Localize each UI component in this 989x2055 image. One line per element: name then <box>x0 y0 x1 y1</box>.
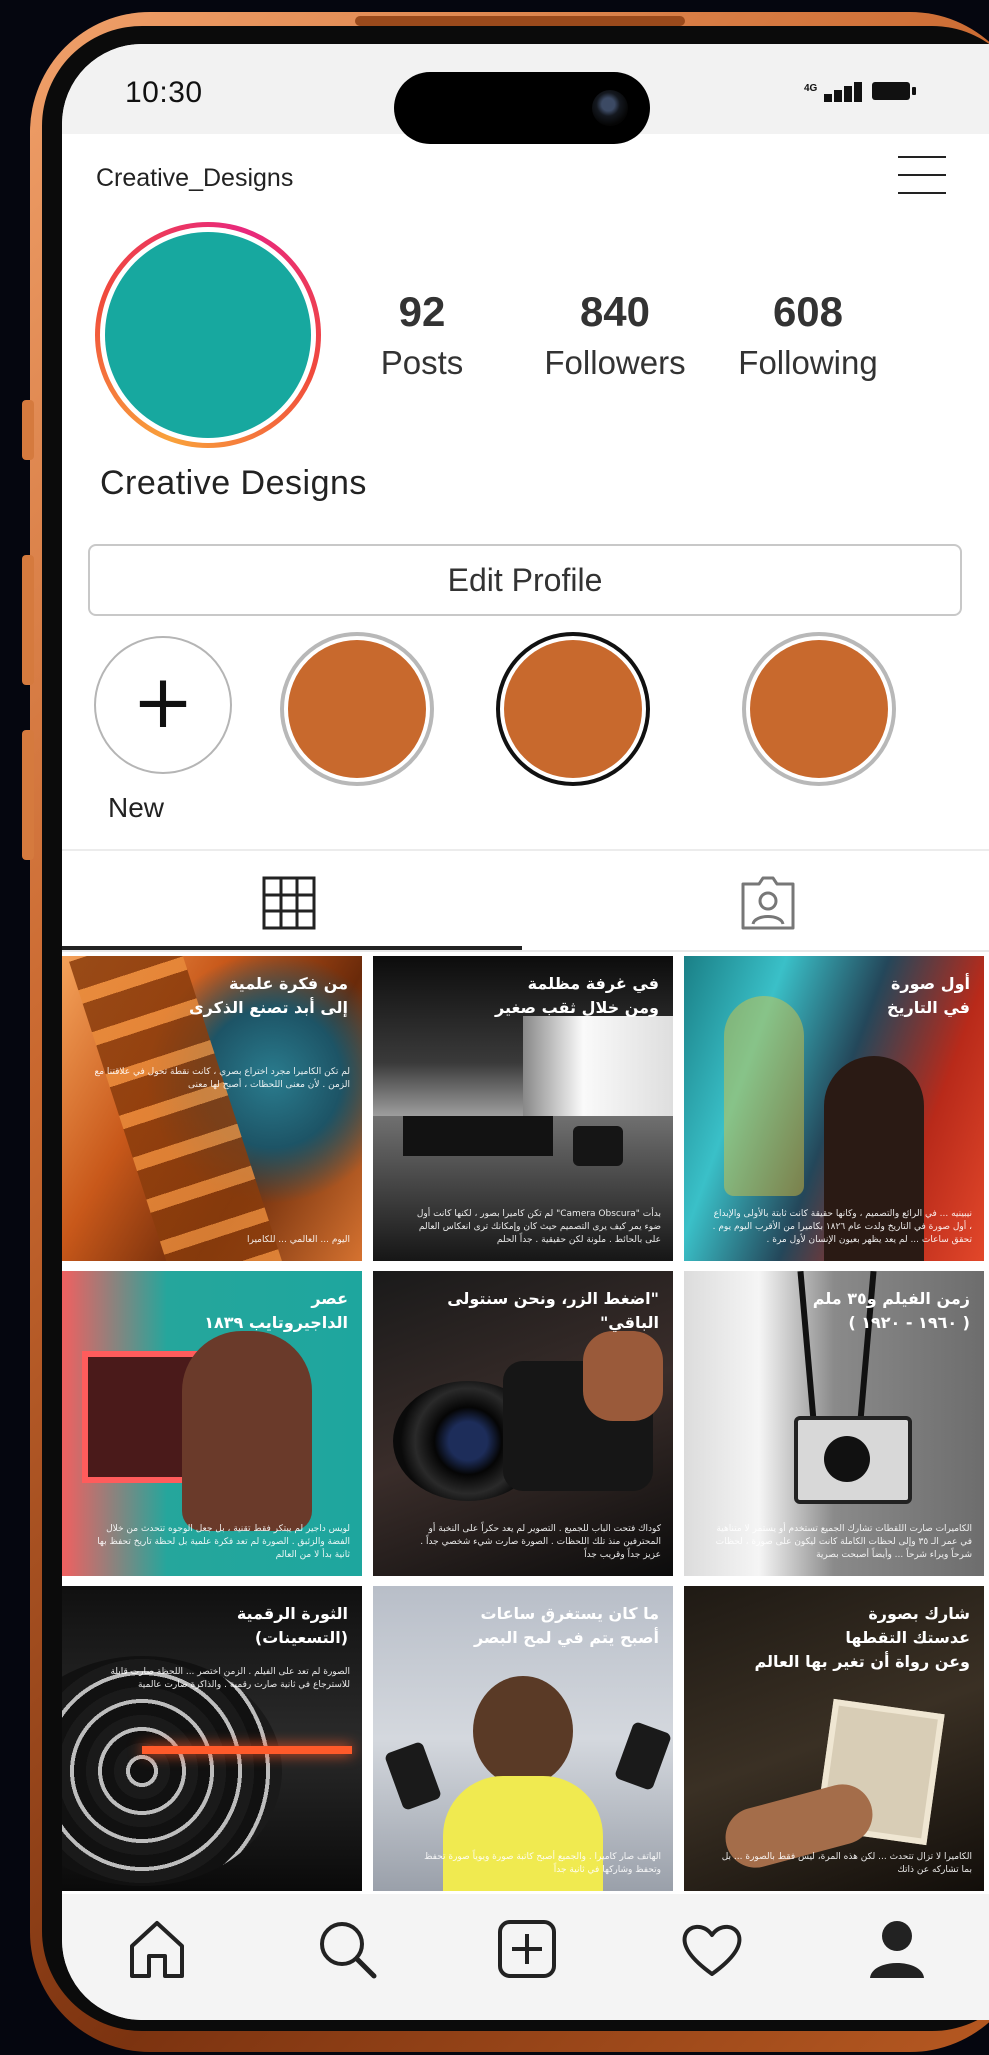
post-caption: في غرفة مظلمة ومن خلال ثقب صغير <box>495 974 659 1017</box>
edit-profile-button[interactable]: Edit Profile <box>88 544 962 616</box>
hamburger-menu-icon[interactable] <box>898 154 946 196</box>
nav-home[interactable] <box>122 1914 192 1984</box>
post-caption: من فكرة علمية إلى أبد تصنع الذكرى <box>188 974 348 1017</box>
new-highlight-button[interactable]: + <box>94 636 232 774</box>
posts-label: Posts <box>380 344 464 381</box>
post-caption: عصر الداجيروتايب ١٨٣٩ <box>204 1289 348 1332</box>
following-count: 608 <box>772 288 844 335</box>
story-highlight-2[interactable] <box>496 632 650 786</box>
post-caption: أول صورة في التاريخ <box>886 974 970 1017</box>
phone-volume-down-button <box>22 730 34 860</box>
home-icon <box>130 1921 184 1978</box>
post-body-text: الكاميرات صارت اللقطات تشارك الجميع تستخ… <box>715 1524 972 1560</box>
nav-new-post[interactable] <box>492 1914 562 1984</box>
search-icon <box>320 1922 377 1979</box>
post-body-text: الصورة لم تعد على الفيلم . الزمن اختصر .… <box>110 1667 350 1690</box>
nav-search[interactable] <box>312 1914 382 1984</box>
post-caption: شارك بصورة عدستك التقطها وعن رواة أن تغير … <box>754 1604 970 1671</box>
nav-activity[interactable] <box>677 1914 747 1984</box>
stat-followers[interactable]: 840 Followers <box>525 288 705 382</box>
highlight-cover <box>504 640 642 778</box>
stat-following[interactable]: 608 Following <box>718 288 898 382</box>
status-bar: 10:30 4G <box>62 44 989 144</box>
post-body-text: نيبينيه ... في الرائع والتصميم ، وكانها … <box>712 1209 972 1245</box>
stat-posts[interactable]: 92 Posts <box>332 288 512 382</box>
avatar-image <box>105 232 311 438</box>
plus-icon: + <box>131 659 194 745</box>
story-highlight-1[interactable] <box>280 632 434 786</box>
status-time: 10:30 <box>125 76 203 109</box>
post-caption: "اضغط الزر، ونحن سنتولى الباقي" <box>447 1289 659 1332</box>
post-tile[interactable]: في غرفة مظلمة ومن خلال ثقب صغير بدأت "Cam… <box>373 956 673 1261</box>
phone-top-edge <box>355 16 685 26</box>
tab-tagged[interactable] <box>529 852 989 952</box>
post-body-text: لويس داجير لم يبتكر فقط تقنية ، بل جعل ا… <box>97 1524 350 1560</box>
highlight-cover <box>750 640 888 778</box>
nav-profile[interactable] <box>862 1914 932 1984</box>
followers-label: Followers <box>544 344 686 381</box>
post-tile[interactable]: أول صورة في التاريخ نيبينيه ... في الرائع… <box>684 956 984 1261</box>
front-camera-icon <box>592 90 628 126</box>
network-type-label: 4G <box>804 83 818 94</box>
post-tile[interactable]: زمن الفيلم و٣٥ ملم( ١٩٦٠ - ١٩٢٠ ) الكامي… <box>684 1271 984 1576</box>
battery-icon <box>872 82 916 100</box>
post-body-text: كوداك فتحت الباب للجميع . التصوير لم يعد… <box>420 1524 661 1560</box>
dynamic-island <box>394 72 650 144</box>
post-tile[interactable]: الثورة الرقمية (التسعينات) الصورة لم تعد … <box>62 1586 362 1891</box>
tabs-divider <box>62 849 989 851</box>
heart-icon <box>682 1924 742 1976</box>
new-highlight-label: New <box>108 792 165 823</box>
profile-display-name: Creative Designs <box>100 464 367 502</box>
post-body-text: الكاميرا لا تزال تتحدث ... لكن هذه المرة… <box>721 1852 972 1875</box>
signal-icon <box>824 80 872 102</box>
tab-posts-grid[interactable] <box>62 852 522 952</box>
post-tile[interactable]: من فكرة علمية إلى أبد تصنع الذكرى لم تكن … <box>62 956 362 1261</box>
avatar <box>100 227 316 443</box>
tagged-person-icon <box>741 876 795 930</box>
phone-volume-up-button <box>22 555 34 685</box>
highlight-cover <box>288 640 426 778</box>
app-screen: 10:30 4G Creative_Designs 92 Posts 840 F… <box>62 44 989 2020</box>
add-post-icon <box>498 1920 556 1978</box>
posts-count: 92 <box>398 288 446 335</box>
post-tile[interactable]: عصر الداجيروتايب ١٨٣٩ لويس داجير لم يبتكر… <box>62 1271 362 1576</box>
tabs-bottom-border <box>62 950 989 952</box>
post-tile[interactable]: شارك بصورة عدستك التقطها وعن رواة أن تغير … <box>684 1586 984 1891</box>
post-footer-text: اليوم ... العالمي ... للكاميرا <box>247 1235 350 1245</box>
story-highlight-3[interactable] <box>742 632 896 786</box>
bottom-navigation-bar <box>62 1894 989 2020</box>
post-caption: الثورة الرقمية (التسعينات) <box>236 1604 348 1647</box>
post-caption: ما كان يستغرق ساعات أصبح يتم في لمح البصر <box>473 1604 659 1647</box>
post-body-text: الهاتف صار كاميرا . والجميع أصبح كاتبة ص… <box>424 1852 661 1875</box>
post-tile[interactable]: ما كان يستغرق ساعات أصبح يتم في لمح البصر… <box>373 1586 673 1891</box>
post-caption: زمن الفيلم و٣٥ ملم( ١٩٦٠ - ١٩٢٠ ) <box>812 1289 970 1332</box>
profile-icon <box>870 1921 924 1978</box>
following-label: Following <box>738 344 878 381</box>
profile-username: Creative_Designs <box>96 164 294 192</box>
post-body-text: لم تكن الكاميرا مجرد اختراع بصري ، كانت … <box>94 1067 350 1090</box>
post-body-text: بدأت "Camera Obscura" لم تكن كاميرا بصور… <box>416 1209 661 1245</box>
avatar-story-ring[interactable] <box>95 222 321 448</box>
phone-side-button <box>22 400 34 460</box>
post-tile[interactable]: "اضغط الزر، ونحن سنتولى الباقي" كوداك فت… <box>373 1271 673 1576</box>
grid-icon <box>262 876 316 930</box>
followers-count: 840 <box>579 288 651 335</box>
